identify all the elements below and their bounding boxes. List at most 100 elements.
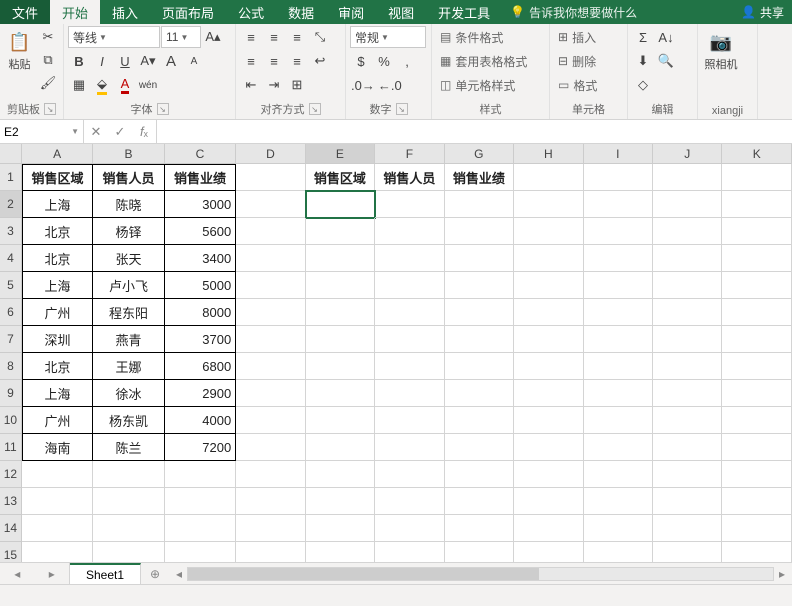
cell-F7[interactable] [375, 326, 444, 353]
shrink-font-button[interactable]: A▾ [137, 50, 159, 72]
cell-B13[interactable] [93, 488, 164, 515]
col-header-H[interactable]: H [514, 144, 583, 163]
sort-filter-button[interactable]: A↓ [655, 26, 677, 48]
merge-button[interactable]: ⊞ [286, 74, 308, 96]
col-header-A[interactable]: A [22, 144, 93, 163]
fill-color-button[interactable]: ⬙ [91, 74, 113, 96]
cell-G8[interactable] [445, 353, 514, 380]
cell-E10[interactable] [306, 407, 375, 434]
cell-D10[interactable] [236, 407, 305, 434]
cell-J1[interactable] [653, 164, 722, 191]
wrap-text-button[interactable]: ↩ [309, 50, 331, 72]
cell-H11[interactable] [514, 434, 583, 461]
cell-I2[interactable] [584, 191, 653, 218]
col-header-B[interactable]: B [93, 144, 164, 163]
row-header-2[interactable]: 2 [0, 191, 22, 218]
cell-I3[interactable] [584, 218, 653, 245]
cell-I14[interactable] [584, 515, 653, 542]
cell-C4[interactable]: 3400 [165, 245, 236, 272]
cell-B9[interactable]: 徐冰 [93, 380, 164, 407]
cell-D2[interactable] [236, 191, 305, 218]
cell-K13[interactable] [722, 488, 791, 515]
cell-K14[interactable] [722, 515, 791, 542]
row-header-3[interactable]: 3 [0, 218, 22, 245]
cell-A1[interactable]: 销售区域 [22, 164, 93, 191]
cell-B2[interactable]: 陈晓 [93, 191, 164, 218]
cell-D7[interactable] [236, 326, 305, 353]
fill-button[interactable]: ⬇ [632, 50, 654, 72]
cell-C1[interactable]: 销售业绩 [165, 164, 236, 191]
cell-H10[interactable] [514, 407, 583, 434]
accounting-button[interactable]: $ [350, 50, 372, 72]
percent-button[interactable]: % [373, 50, 395, 72]
cell-A10[interactable]: 广州 [22, 407, 93, 434]
cell-K10[interactable] [722, 407, 791, 434]
cell-C5[interactable]: 5000 [165, 272, 236, 299]
font-launcher[interactable]: ↘ [157, 103, 169, 115]
increase-indent-button[interactable]: ⇥ [263, 74, 285, 96]
col-header-C[interactable]: C [165, 144, 236, 163]
cell-I4[interactable] [584, 245, 653, 272]
borders-button[interactable]: ▦ [68, 74, 90, 96]
cell-F10[interactable] [375, 407, 444, 434]
cell-H7[interactable] [514, 326, 583, 353]
sheet-tab[interactable]: Sheet1 [70, 563, 141, 584]
col-header-I[interactable]: I [584, 144, 653, 163]
cell-A15[interactable] [22, 542, 93, 562]
cell-K7[interactable] [722, 326, 791, 353]
cell-G6[interactable] [445, 299, 514, 326]
cell-G4[interactable] [445, 245, 514, 272]
cell-A12[interactable] [22, 461, 93, 488]
font-name-combo[interactable]: 等线▼ [68, 26, 160, 48]
cell-D13[interactable] [236, 488, 305, 515]
tell-me[interactable]: 💡 告诉我你想要做什么 [502, 0, 645, 24]
cell-C8[interactable]: 6800 [165, 353, 236, 380]
cell-J4[interactable] [653, 245, 722, 272]
cell-F4[interactable] [375, 245, 444, 272]
cell-H1[interactable] [514, 164, 583, 191]
tab-home[interactable]: 开始 [50, 0, 100, 24]
sheet-nav-first[interactable]: ◂ [14, 567, 20, 581]
clipboard-launcher[interactable]: ↘ [44, 103, 56, 115]
cut-button[interactable]: ✂ [37, 26, 59, 48]
cell-G15[interactable] [445, 542, 514, 562]
conditional-format-button[interactable]: ▤条件格式 [436, 26, 507, 48]
cell-G1[interactable]: 销售业绩 [445, 164, 514, 191]
cell-E8[interactable] [306, 353, 375, 380]
cell-F3[interactable] [375, 218, 444, 245]
cell-A8[interactable]: 北京 [22, 353, 93, 380]
align-left-button[interactable]: ≡ [240, 50, 262, 72]
decrease-decimal-button[interactable]: ←.0 [377, 74, 403, 96]
cell-K12[interactable] [722, 461, 791, 488]
col-header-K[interactable]: K [722, 144, 791, 163]
font-size-combo[interactable]: 11▼ [161, 26, 201, 48]
cell-H6[interactable] [514, 299, 583, 326]
cell-E13[interactable] [306, 488, 375, 515]
font-grow-large[interactable]: A [160, 50, 182, 72]
row-header-9[interactable]: 9 [0, 380, 22, 407]
cell-I13[interactable] [584, 488, 653, 515]
orientation-button[interactable]: ⤡ [309, 26, 331, 48]
cell-K11[interactable] [722, 434, 791, 461]
cell-C6[interactable]: 8000 [165, 299, 236, 326]
cell-I9[interactable] [584, 380, 653, 407]
row-header-11[interactable]: 11 [0, 434, 22, 461]
cell-A5[interactable]: 上海 [22, 272, 93, 299]
cell-G12[interactable] [445, 461, 514, 488]
autosum-button[interactable]: Σ [632, 26, 654, 48]
cell-E1[interactable]: 销售区域 [306, 164, 375, 191]
cell-H8[interactable] [514, 353, 583, 380]
tab-data[interactable]: 数据 [276, 0, 326, 24]
find-button[interactable]: 🔍 [655, 50, 677, 72]
cell-F2[interactable] [375, 191, 444, 218]
cell-K3[interactable] [722, 218, 791, 245]
fx-button[interactable]: fₓ [132, 124, 156, 139]
increase-decimal-button[interactable]: .0→ [350, 74, 376, 96]
cell-G10[interactable] [445, 407, 514, 434]
row-header-7[interactable]: 7 [0, 326, 22, 353]
cell-E12[interactable] [306, 461, 375, 488]
cell-D1[interactable] [236, 164, 305, 191]
align-top-button[interactable]: ≡ [240, 26, 262, 48]
cell-B15[interactable] [93, 542, 164, 562]
row-header-14[interactable]: 14 [0, 515, 22, 542]
